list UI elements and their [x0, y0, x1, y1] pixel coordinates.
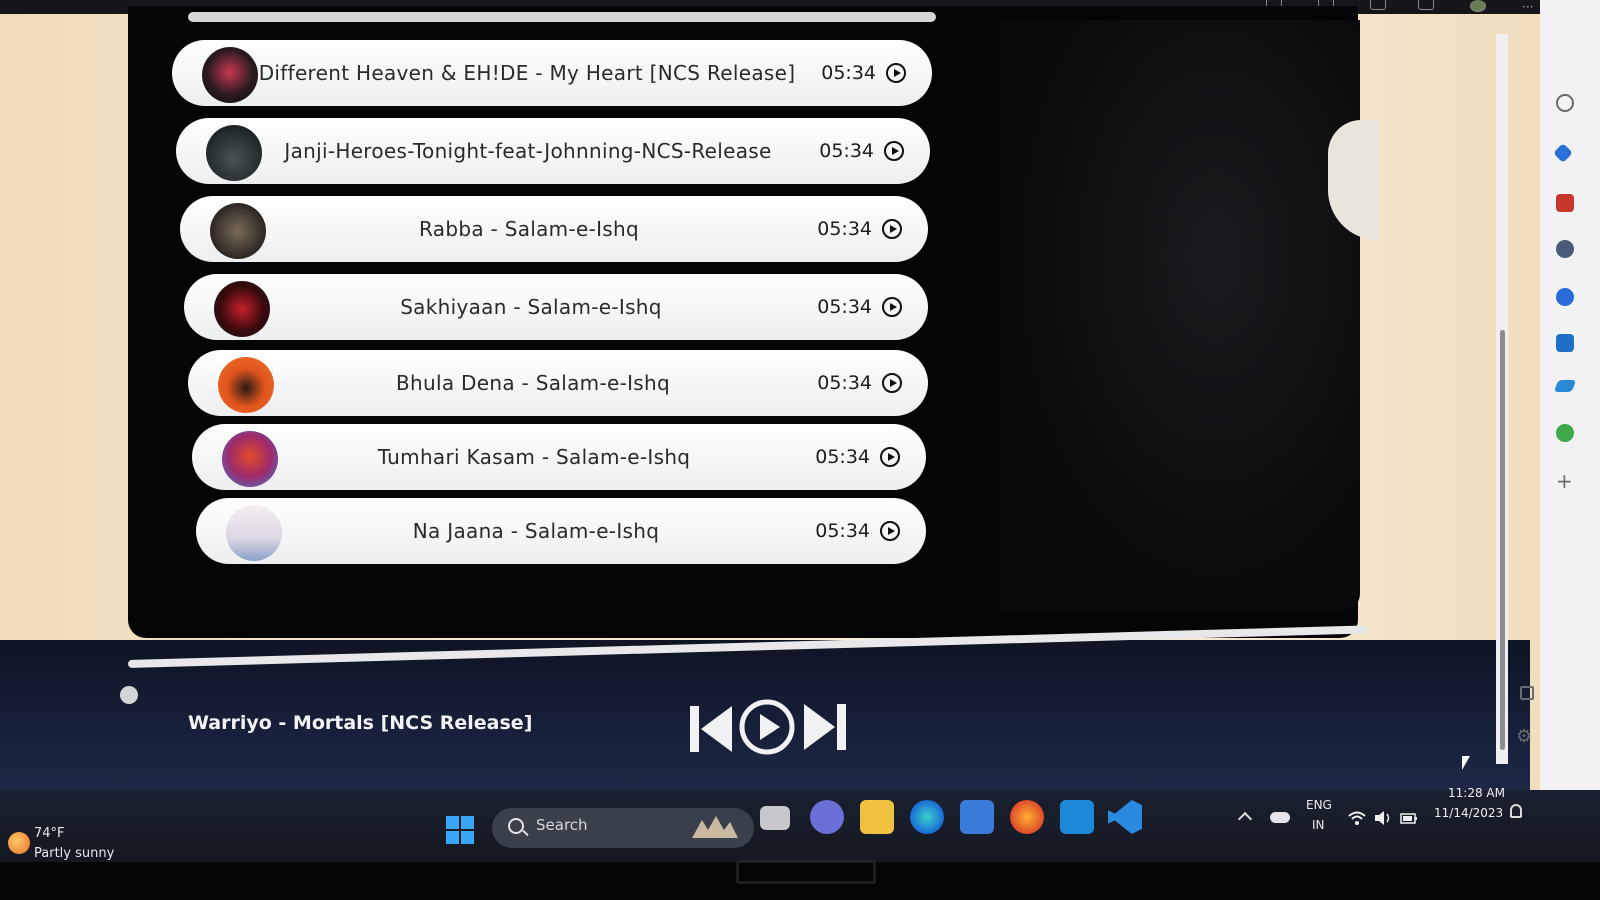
search-highlight-icon: [692, 816, 738, 838]
store-icon[interactable]: [960, 800, 994, 834]
app-icon[interactable]: [1060, 800, 1094, 834]
scrollbar-thumb[interactable]: [1500, 330, 1505, 750]
settings-gear-icon[interactable]: ⚙: [1516, 728, 1534, 746]
search-sidebar-icon[interactable]: [1556, 94, 1574, 112]
song-title: Janji-Heroes-Tonight-feat-Johnning-NCS-R…: [284, 139, 772, 163]
search-icon: [508, 818, 524, 834]
playlist-row[interactable]: Janji-Heroes-Tonight-feat-Johnning-NCS-R…: [176, 118, 930, 184]
progress-thumb[interactable]: [120, 686, 138, 704]
album-art: [210, 203, 266, 259]
add-icon[interactable]: +: [1556, 471, 1574, 491]
play-circle-icon[interactable]: [886, 63, 906, 83]
weather-temperature[interactable]: 74°F: [34, 826, 65, 841]
outlook-icon[interactable]: [1556, 334, 1574, 352]
clock-time[interactable]: 11:28 AM: [1448, 786, 1505, 800]
album-art: [214, 281, 270, 337]
chat-icon[interactable]: [810, 800, 844, 834]
file-explorer-icon[interactable]: [860, 800, 894, 834]
playlist-row[interactable]: Bhula Dena - Salam-e-Ishq 05:34: [188, 350, 928, 416]
language-indicator[interactable]: ENG: [1306, 798, 1332, 812]
browser-sidebar: [1540, 0, 1600, 800]
windows-start-icon[interactable]: [446, 816, 474, 844]
windows-taskbar: [0, 790, 1600, 862]
song-title: Rabba - Salam-e-Ishq: [419, 217, 639, 241]
clock-date[interactable]: 11/14/2023: [1434, 806, 1503, 820]
onedrive-cloud-icon[interactable]: [1270, 812, 1290, 823]
playlist-row[interactable]: Na Jaana - Salam-e-Ishq 05:34: [196, 498, 926, 564]
notification-bell-icon[interactable]: [1510, 804, 1522, 818]
album-art: [202, 47, 258, 103]
mouse-cursor-icon: [1462, 756, 1470, 770]
song-duration: 05:34: [817, 372, 872, 394]
volume-icon[interactable]: [1374, 810, 1392, 826]
playlist-row[interactable]: Sakhiyaan - Salam-e-Ishq 05:34: [184, 274, 928, 340]
profile-avatar-icon[interactable]: [1470, 0, 1486, 12]
tools-icon[interactable]: [1556, 194, 1574, 212]
album-background-art: [1000, 20, 1360, 610]
task-view-icon[interactable]: [760, 806, 790, 830]
monitor-logo: [736, 860, 876, 884]
playlist-row[interactable]: Rabba - Salam-e-Ishq 05:34: [180, 196, 928, 262]
previous-icon[interactable]: [690, 702, 734, 756]
games-icon[interactable]: [1556, 288, 1574, 306]
song-duration: 05:34: [815, 446, 870, 468]
tree-icon[interactable]: [1556, 424, 1574, 442]
desktop-screen: ··· Different Heaven & EH!DE - My Heart …: [0, 0, 1600, 860]
play-circle-icon[interactable]: [880, 521, 900, 541]
play-icon[interactable]: [738, 698, 796, 756]
play-circle-icon[interactable]: [880, 447, 900, 467]
people-icon[interactable]: [1556, 240, 1574, 258]
song-duration: 05:34: [821, 62, 876, 84]
sidebar-toggle-icon[interactable]: [1520, 686, 1534, 700]
now-playing-title: Warriyo - Mortals [NCS Release]: [188, 712, 533, 734]
album-art: [206, 125, 262, 181]
weather-description[interactable]: Partly sunny: [34, 846, 114, 861]
search-label: Search: [536, 816, 588, 834]
extensions-icon[interactable]: [1370, 0, 1386, 10]
song-title: Sakhiyaan - Salam-e-Ishq: [400, 295, 662, 319]
favorites-icon[interactable]: [1418, 0, 1434, 10]
play-circle-icon[interactable]: [882, 219, 902, 239]
song-title: Na Jaana - Salam-e-Ishq: [412, 519, 660, 543]
song-duration: 05:34: [817, 218, 872, 240]
wifi-icon[interactable]: [1348, 810, 1366, 826]
album-art: [218, 357, 274, 413]
firefox-icon[interactable]: [1010, 800, 1044, 834]
edge-browser-icon[interactable]: [910, 800, 944, 834]
playlist-row-partial[interactable]: [188, 12, 936, 22]
song-title: Bhula Dena - Salam-e-Ishq: [396, 371, 670, 395]
playlist-row[interactable]: Tumhari Kasam - Salam-e-Ishq 05:34: [192, 424, 926, 490]
next-icon[interactable]: [802, 700, 846, 754]
album-art: [226, 505, 282, 561]
song-duration: 05:34: [819, 140, 874, 162]
weather-sun-icon[interactable]: [8, 832, 30, 854]
song-duration: 05:34: [815, 520, 870, 542]
battery-icon[interactable]: [1400, 810, 1418, 826]
song-title: Different Heaven & EH!DE - My Heart [NCS…: [258, 61, 796, 85]
song-duration: 05:34: [817, 296, 872, 318]
more-menu-icon[interactable]: ···: [1522, 0, 1538, 14]
album-art: [222, 431, 278, 487]
playlist-row[interactable]: Different Heaven & EH!DE - My Heart [NCS…: [172, 40, 932, 106]
play-circle-icon[interactable]: [882, 373, 902, 393]
region-indicator[interactable]: IN: [1312, 818, 1325, 832]
song-title: Tumhari Kasam - Salam-e-Ishq: [377, 445, 691, 469]
play-circle-icon[interactable]: [882, 297, 902, 317]
play-circle-icon[interactable]: [884, 141, 904, 161]
